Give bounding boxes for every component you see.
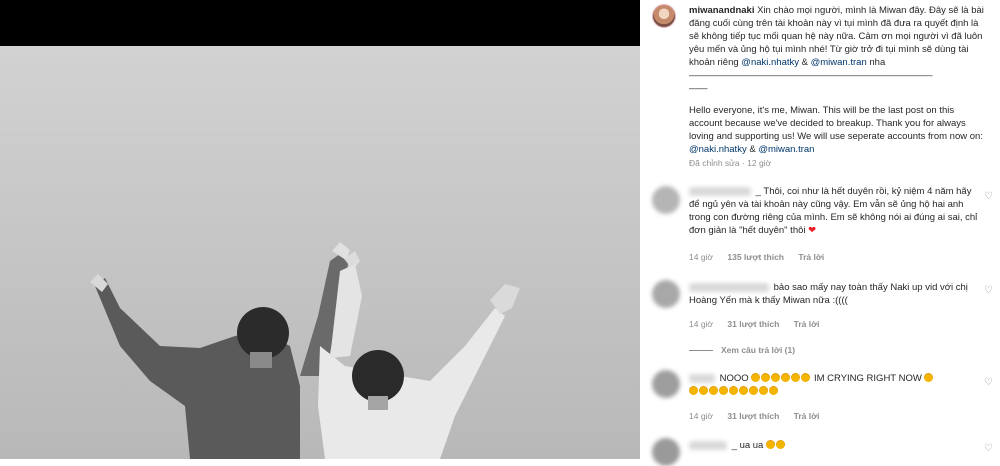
mention-naki[interactable]: @naki.nhatky bbox=[741, 57, 799, 68]
crying-emoji-icon bbox=[769, 386, 778, 395]
view-replies-label: Xem câu trả lời (1) bbox=[721, 345, 796, 355]
comment-item: _ Thôi, coi như là hết duyên rồi, kỷ niệ… bbox=[689, 185, 981, 237]
comment-likes[interactable]: 135 lượt thích bbox=[727, 252, 784, 262]
caption-divider: ——————————————————————————— bbox=[689, 70, 933, 81]
comment-meta: 14 giờ 31 lượt thích Trả lời bbox=[689, 410, 832, 423]
comment-likes[interactable]: 31 lượt thích bbox=[727, 411, 779, 421]
commenter-avatar[interactable] bbox=[652, 186, 680, 214]
post-details-panel: miwanandnaki Xin chào mọi người, mình là… bbox=[640, 0, 1000, 466]
comment-item: bảo sao mấy nay toàn thấy Naki up vid vớ… bbox=[689, 281, 981, 307]
blurred-username[interactable] bbox=[689, 282, 769, 292]
crying-emoji-icon bbox=[801, 373, 811, 382]
crying-emoji-icon bbox=[759, 386, 768, 395]
crying-emoji-icon bbox=[689, 386, 698, 395]
crying-emoji-icon bbox=[719, 386, 728, 395]
comment-text: NOOO bbox=[719, 373, 749, 384]
caption-divider-short: —— bbox=[689, 83, 708, 94]
crying-emoji-icon bbox=[739, 386, 748, 395]
post-photo[interactable] bbox=[0, 46, 640, 459]
reply-button[interactable]: Trả lời bbox=[794, 319, 820, 329]
comment-likes[interactable]: 31 lượt thích bbox=[727, 319, 779, 329]
crying-emoji-icon bbox=[749, 386, 758, 395]
commenter-avatar[interactable] bbox=[652, 438, 680, 466]
mention-naki-en[interactable]: @naki.nhatky bbox=[689, 144, 747, 155]
comment-time: 14 giờ bbox=[689, 252, 714, 262]
post-edited-meta: Đã chỉnh sửa · 12 giờ bbox=[689, 157, 783, 170]
commenter-avatar[interactable] bbox=[652, 370, 680, 398]
comment-time: 14 giờ bbox=[689, 319, 714, 329]
red-heart-emoji: ❤ bbox=[808, 225, 817, 236]
crying-emoji-icon bbox=[761, 373, 771, 382]
replies-line bbox=[689, 350, 713, 352]
crying-emoji-icon bbox=[791, 373, 801, 382]
photo-illustration bbox=[0, 46, 640, 459]
author-avatar[interactable] bbox=[652, 4, 676, 28]
comment-meta: 14 giờ 31 lượt thích Trả lời bbox=[689, 318, 832, 331]
author-username[interactable]: miwanandnaki bbox=[689, 5, 754, 16]
crying-emoji-icon bbox=[699, 386, 708, 395]
mention-miwan[interactable]: @miwan.tran bbox=[811, 57, 867, 68]
heart-outline-icon[interactable]: ♡ bbox=[984, 192, 994, 202]
caption-english: Hello everyone, it's me, Miwan. This wil… bbox=[689, 105, 983, 142]
comment-text-2: IM CRYING RIGHT NOW bbox=[813, 373, 922, 384]
edited-time: Đã chỉnh sửa · 12 giờ bbox=[689, 158, 772, 168]
commenter-avatar[interactable] bbox=[652, 280, 680, 308]
blurred-username[interactable] bbox=[689, 373, 715, 383]
heart-outline-icon[interactable]: ♡ bbox=[984, 444, 994, 454]
crying-emoji-icon bbox=[771, 373, 781, 382]
comment-meta: 14 giờ 135 lượt thích Trả lời bbox=[689, 251, 836, 264]
crying-emoji-icon bbox=[781, 373, 791, 382]
crying-emoji-icon bbox=[709, 386, 718, 395]
post-media-area bbox=[0, 0, 640, 459]
comment-time: 14 giờ bbox=[689, 411, 714, 421]
post-caption: miwanandnaki Xin chào mọi người, mình là… bbox=[689, 4, 989, 156]
crying-emoji-icon bbox=[729, 386, 738, 395]
blurred-username[interactable] bbox=[689, 186, 751, 196]
crying-emoji-icon bbox=[765, 440, 775, 449]
crying-emoji-icon bbox=[924, 373, 934, 382]
caption-amp: & bbox=[801, 57, 808, 68]
heart-outline-icon[interactable]: ♡ bbox=[984, 378, 994, 388]
caption-vi-end: nha bbox=[869, 57, 886, 68]
view-replies-button[interactable]: Xem câu trả lời (1) bbox=[689, 344, 795, 357]
mention-miwan-en[interactable]: @miwan.tran bbox=[758, 144, 814, 155]
reply-button[interactable]: Trả lời bbox=[798, 252, 824, 262]
crying-emoji-icon bbox=[775, 440, 785, 449]
heart-outline-icon[interactable]: ♡ bbox=[984, 286, 994, 296]
comment-item: _ ua ua bbox=[689, 439, 981, 452]
reply-button[interactable]: Trả lời bbox=[794, 411, 820, 421]
blurred-username[interactable] bbox=[689, 440, 727, 450]
comment-text: _ ua ua bbox=[731, 440, 764, 451]
caption-amp-en: & bbox=[749, 144, 756, 155]
crying-emoji-icon bbox=[751, 373, 761, 382]
comment-item: NOOO IM CRYING RIGHT NOW bbox=[689, 372, 981, 398]
